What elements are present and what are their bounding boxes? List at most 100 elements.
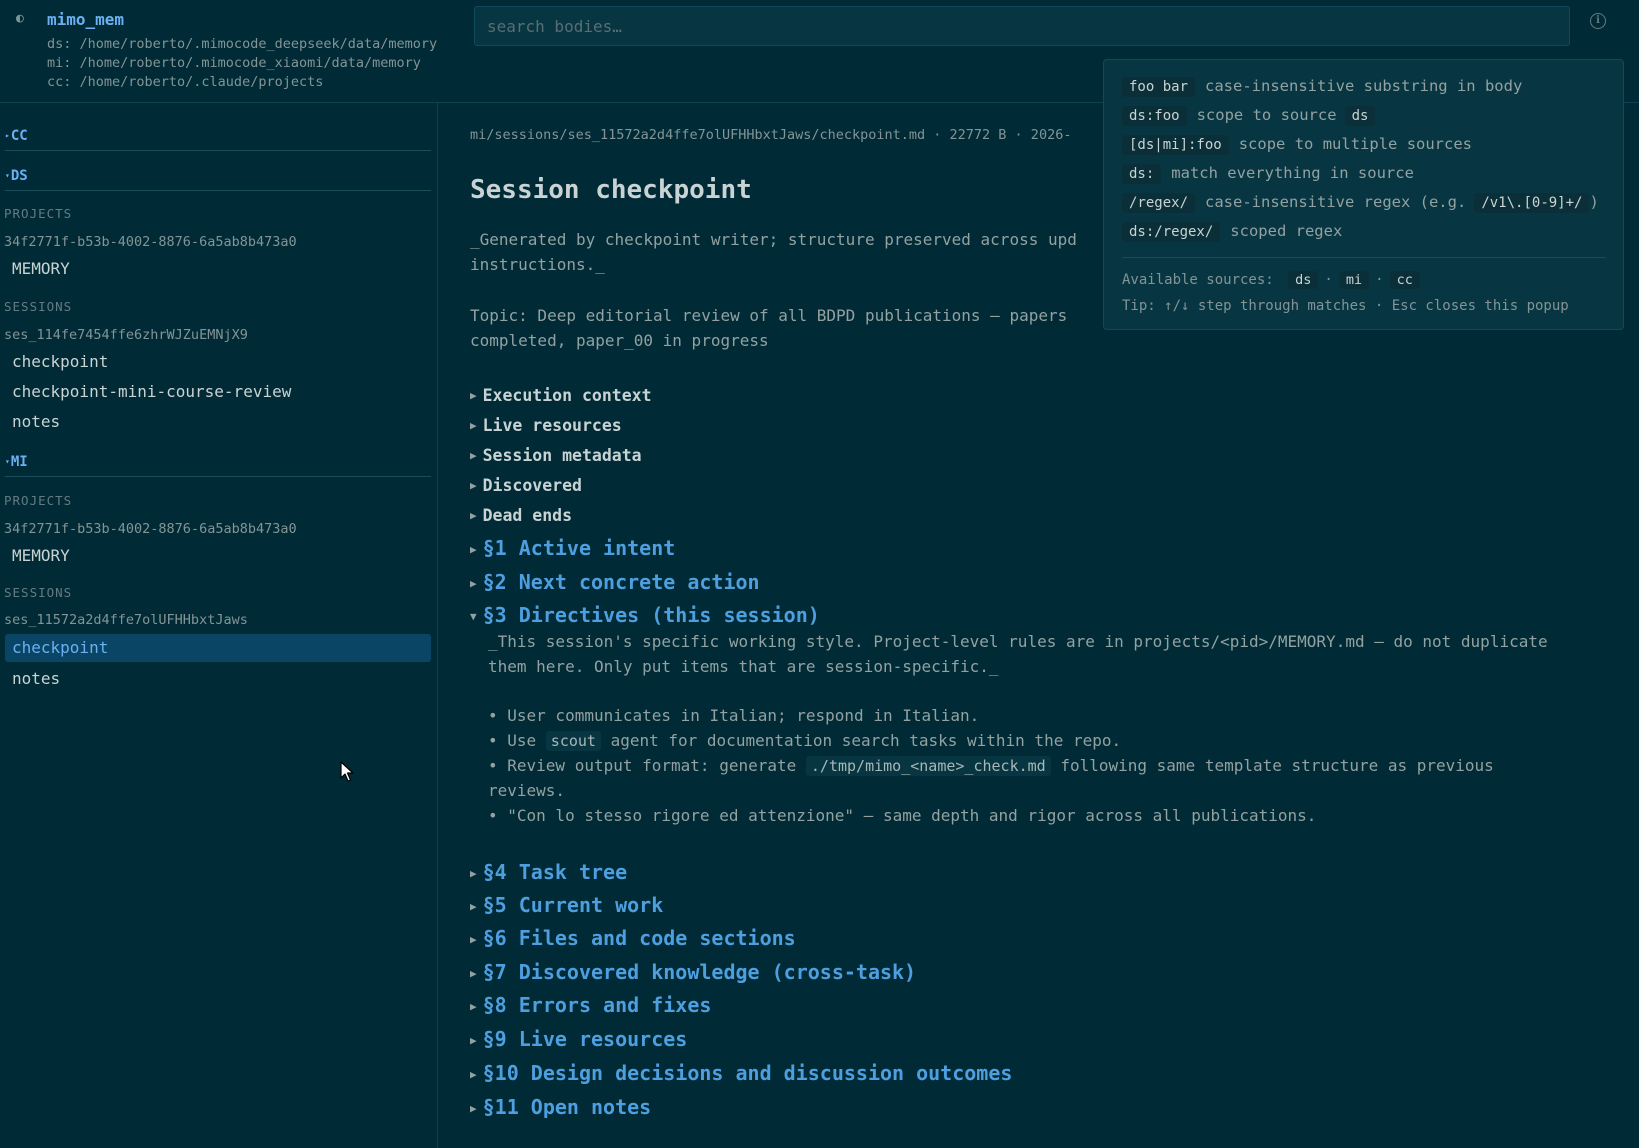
intro-paragraph: _Generated by checkpoint writer; structu… <box>470 230 1077 274</box>
source-path-ds: ds: /home/roberto/.mimocode_deepseek/dat… <box>47 36 438 52</box>
help-row-substring: foo bar case-insensitive substring in bod… <box>1122 77 1522 97</box>
help-row-regex: /regex/case-insensitive regex (e.g. /v1\.… <box>1122 193 1599 213</box>
disclosure-closed-icon: ▶ <box>470 1102 477 1115</box>
source-group-mi[interactable]: ▾MI <box>5 454 431 477</box>
disclosure-closed-icon: ▶ <box>470 543 477 556</box>
section-9-toggle[interactable]: ▶ §9 Live resources <box>470 1027 687 1051</box>
syntax-code: ds:foo <box>1122 106 1187 126</box>
section-10-toggle[interactable]: ▶ §10 Design decisions and discussion out… <box>470 1061 1012 1085</box>
details-label: Discovered <box>482 476 582 495</box>
help-row-scoped-regex: ds:/regex/scoped regex <box>1122 222 1342 242</box>
directive-bullet-4: • "Con lo stesso rigore ed attenzione" —… <box>488 806 1317 825</box>
section-title: §5 Current work <box>482 893 664 917</box>
details-session-metadata[interactable]: ▶ Session metadata <box>470 446 642 465</box>
help-row-match-all: ds: match everything in source <box>1122 164 1414 184</box>
popup-tip: Tip: ↑/↓ step through matches · Esc clos… <box>1122 298 1569 314</box>
sidebar: ▸CC ▾DS PROJECTS 34f2771f-b53b-4002-8876… <box>0 103 438 1148</box>
mouse-cursor-icon <box>340 761 354 782</box>
source-group-label: CC <box>10 128 28 144</box>
mi-notes-item[interactable]: notes <box>5 665 431 693</box>
syntax-example-code: /v1\.[0-9]+/ <box>1474 193 1590 213</box>
details-live-resources[interactable]: ▶ Live resources <box>470 416 622 435</box>
details-label: Live resources <box>482 416 622 435</box>
section-title: §7 Discovered knowledge (cross-task) <box>482 960 917 984</box>
section-8-toggle[interactable]: ▶ §8 Errors and fixes <box>470 993 711 1017</box>
syntax-code: ds: <box>1122 164 1162 184</box>
syntax-code: foo bar <box>1122 77 1196 97</box>
disclosure-closed-icon: ▶ <box>470 867 477 880</box>
ds-projects-label: PROJECTS <box>4 206 73 221</box>
section-11-toggle[interactable]: ▶ §11 Open notes <box>470 1095 651 1119</box>
bullet-text: following same template structure as pre… <box>1050 756 1494 775</box>
section-2-toggle[interactable]: ▶ §2 Next concrete action <box>470 570 760 594</box>
disclosure-closed-icon: ▶ <box>470 1034 477 1047</box>
syntax-example-code: ds <box>1344 106 1376 126</box>
collapsed-arrow-icon: ▸ <box>5 131 10 140</box>
source-group-label: DS <box>10 168 28 184</box>
directive-bullet-1: • User communicates in Italian; respond … <box>488 706 980 725</box>
disclosure-closed-icon: ▶ <box>470 419 477 432</box>
source-group-cc[interactable]: ▸CC <box>5 128 431 151</box>
bullet-text: agent for documentation search tasks wit… <box>600 731 1122 750</box>
ds-notes-item[interactable]: notes <box>5 408 431 436</box>
source-chip-ds: ds <box>1288 271 1319 289</box>
syntax-code: ds:/regex/ <box>1122 222 1221 242</box>
ds-checkpoint-mini-course-review-item[interactable]: checkpoint-mini-course-review <box>5 378 431 406</box>
directive-bullet-2: • Use scout agent for documentation sear… <box>488 728 1121 754</box>
syntax-code: /regex/ <box>1122 193 1196 213</box>
search-input[interactable] <box>474 6 1570 46</box>
bullet-text: • Use <box>488 731 546 750</box>
source-group-label: MI <box>10 454 28 470</box>
disclosure-closed-icon: ▶ <box>470 900 477 913</box>
details-label: Execution context <box>482 386 652 405</box>
directives-intro-line-2: them here. Only put items that are sessi… <box>488 657 999 676</box>
section-1-toggle[interactable]: ▶ §1 Active intent <box>470 536 675 560</box>
syntax-desc: scope to multiple sources <box>1238 135 1473 153</box>
section-4-toggle[interactable]: ▶ §4 Task tree <box>470 860 627 884</box>
ds-checkpoint-item[interactable]: checkpoint <box>5 348 431 376</box>
source-path-cc: cc: /home/roberto/.claude/projects <box>47 74 324 90</box>
section-title: §11 Open notes <box>482 1095 652 1119</box>
ds-memory-item[interactable]: MEMORY <box>5 255 431 283</box>
expanded-arrow-icon: ▾ <box>5 171 10 180</box>
topic-paragraph: Topic: Deep editorial review of all BDPD… <box>470 306 1068 350</box>
source-group-ds[interactable]: ▾DS <box>5 168 431 191</box>
help-row-scope: ds:foo scope to source ds <box>1122 106 1376 126</box>
file-meta: mi/sessions/ses_11572a2d4ffe7olUFHHbxtJa… <box>470 127 1072 143</box>
details-discovered[interactable]: ▶ Discovered <box>470 476 582 495</box>
search-help-popup: foo bar case-insensitive substring in bod… <box>1103 59 1624 330</box>
mi-session-id: ses_11572a2d4ffe7olUFHHbxtJaws <box>4 612 248 628</box>
disclosure-closed-icon: ▶ <box>470 479 477 492</box>
mi-projects-label: PROJECTS <box>4 493 73 508</box>
section-title: §4 Task tree <box>482 860 628 884</box>
inline-code: scout <box>545 731 601 751</box>
details-label: Dead ends <box>482 506 573 525</box>
section-5-toggle[interactable]: ▶ §5 Current work <box>470 893 663 917</box>
syntax-desc: case-insensitive regex (e.g. <box>1205 193 1467 211</box>
ds-session-id: ses_114fe7454ffe6zhrWJZuEMNjX9 <box>4 327 248 343</box>
details-label: Session metadata <box>482 446 642 465</box>
directive-bullet-3: • Review output format: generate ./tmp/m… <box>488 753 1494 779</box>
details-dead-ends[interactable]: ▶ Dead ends <box>470 506 572 525</box>
bullet-text: • Review output format: generate <box>488 756 806 775</box>
disclosure-open-icon: ▼ <box>470 610 477 623</box>
disclosure-closed-icon: ▶ <box>470 577 477 590</box>
details-execution-context[interactable]: ▶ Execution context <box>470 386 652 405</box>
mi-checkpoint-item[interactable]: checkpoint <box>5 634 431 662</box>
ds-sessions-label: SESSIONS <box>4 299 73 314</box>
section-3-toggle[interactable]: ▼ §3 Directives (this session) <box>470 603 820 627</box>
available-sources: Available sources: ds · mi · cc <box>1122 271 1426 289</box>
syntax-desc: ) <box>1589 193 1599 211</box>
section-6-toggle[interactable]: ▶ §6 Files and code sections <box>470 926 796 950</box>
ds-project-id: 34f2771f-b53b-4002-8876-6a5ab8b473a0 <box>4 234 297 250</box>
sources-label: Available sources: <box>1122 272 1274 288</box>
help-row-multi-scope: [ds|mi]:foo scope to multiple sources <box>1122 135 1472 155</box>
disclosure-closed-icon: ▶ <box>470 449 477 462</box>
theme-toggle-icon[interactable]: ◐ <box>16 12 30 26</box>
expanded-arrow-icon: ▾ <box>5 457 10 466</box>
section-7-toggle[interactable]: ▶ §7 Discovered knowledge (cross-task) <box>470 960 916 984</box>
document-title: Session checkpoint <box>470 175 752 205</box>
disclosure-closed-icon: ▶ <box>470 967 477 980</box>
info-icon[interactable]: i <box>1590 13 1606 29</box>
mi-memory-item[interactable]: MEMORY <box>5 542 431 570</box>
